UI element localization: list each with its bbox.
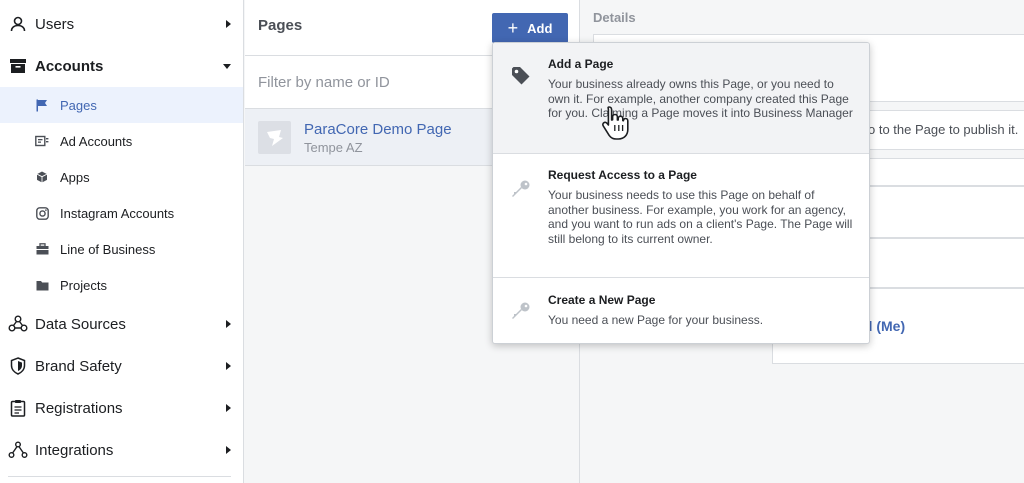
tag-icon	[510, 65, 532, 87]
sidebar-item-brand-safety[interactable]: Brand Safety	[0, 345, 243, 387]
sidebar-item-label: Brand Safety	[35, 357, 122, 375]
pages-title: Pages	[258, 17, 303, 34]
add-dropdown-menu: Add a Page Your business already owns th…	[492, 42, 870, 344]
cube-icon	[35, 170, 49, 184]
details-label: Details	[593, 10, 636, 25]
instagram-icon	[35, 206, 49, 220]
key-icon	[510, 300, 532, 322]
chevron-right-icon	[226, 20, 231, 28]
menu-item-description: Your business already owns this Page, or…	[548, 77, 853, 120]
chevron-right-icon	[226, 446, 231, 454]
menu-item-create-new-page[interactable]: Create a New Page You need a new Page fo…	[493, 277, 869, 343]
details-info-text: o to the Page to publish it.	[868, 122, 1019, 137]
sidebar-subitem-instagram-accounts[interactable]: Instagram Accounts	[0, 195, 243, 231]
sidebar-item-label: Users	[35, 15, 75, 33]
page-name: ParaCore Demo Page	[304, 121, 452, 138]
folder-icon	[35, 278, 49, 292]
chevron-right-icon	[226, 404, 231, 412]
sidebar: Users Accounts Pages Ad Accounts Apps In…	[0, 0, 244, 483]
add-button[interactable]: + Add	[492, 13, 568, 43]
menu-item-request-access[interactable]: Request Access to a Page Your business n…	[493, 153, 869, 277]
menu-item-title: Create a New Page	[548, 293, 656, 307]
sidebar-subitem-pages[interactable]: Pages	[0, 87, 243, 123]
ad-card-icon	[35, 134, 49, 148]
flag-icon	[35, 98, 49, 112]
sidebar-subitem-label: Ad Accounts	[60, 133, 133, 149]
sidebar-item-users[interactable]: Users	[0, 3, 243, 45]
chevron-right-icon	[226, 320, 231, 328]
hand-cursor-icon	[602, 106, 629, 140]
chevron-right-icon	[226, 362, 231, 370]
sidebar-subitem-ad-accounts[interactable]: Ad Accounts	[0, 123, 243, 159]
shield-icon	[8, 356, 28, 376]
sidebar-item-registrations[interactable]: Registrations	[0, 387, 243, 429]
menu-item-title: Request Access to a Page	[548, 168, 697, 182]
page-location: Tempe AZ	[304, 140, 363, 155]
sidebar-item-label: Accounts	[35, 57, 104, 75]
sidebar-subitem-label: Instagram Accounts	[60, 205, 175, 221]
menu-item-title: Add a Page	[548, 57, 614, 71]
sidebar-subitem-projects[interactable]: Projects	[0, 267, 243, 303]
sidebar-subitem-label: Line of Business	[60, 241, 156, 257]
sidebar-subitem-label: Apps	[60, 169, 90, 185]
clipboard-icon	[8, 398, 28, 418]
menu-item-add-a-page[interactable]: Add a Page Your business already owns th…	[493, 43, 869, 153]
sidebar-item-integrations[interactable]: Integrations	[0, 429, 243, 471]
sidebar-subitem-label: Pages	[60, 97, 97, 113]
sidebar-item-label: Registrations	[35, 399, 123, 417]
sidebar-subitem-label: Projects	[60, 277, 107, 293]
briefcase-icon	[35, 242, 49, 256]
menu-item-description: You need a new Page for your business.	[548, 313, 764, 327]
menu-item-description: Your business needs to use this Page on …	[548, 188, 853, 246]
archive-box-icon	[8, 56, 28, 76]
sidebar-item-accounts[interactable]: Accounts	[0, 45, 243, 87]
user-icon	[8, 14, 28, 34]
add-button-label: Add	[527, 20, 553, 36]
network-icon	[8, 314, 28, 334]
divider	[8, 476, 231, 477]
plus-icon: +	[507, 18, 519, 38]
graph-icon	[8, 440, 28, 460]
sidebar-subitem-line-of-business[interactable]: Line of Business	[0, 231, 243, 267]
key-icon	[510, 178, 532, 200]
sidebar-item-label: Integrations	[35, 441, 114, 459]
sidebar-item-label: Data Sources	[35, 315, 126, 333]
chevron-down-icon	[223, 64, 231, 69]
page-thumbnail-icon	[258, 121, 291, 154]
sidebar-item-data-sources[interactable]: Data Sources	[0, 303, 243, 345]
sidebar-subitem-apps[interactable]: Apps	[0, 159, 243, 195]
